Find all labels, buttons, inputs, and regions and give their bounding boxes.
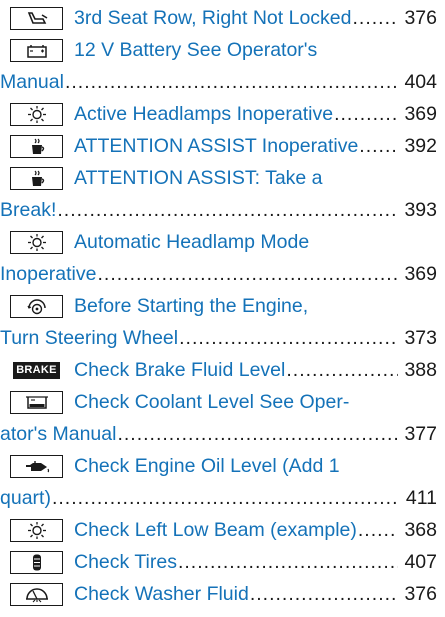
dot-leader (359, 130, 398, 162)
dot-leader (334, 98, 398, 130)
page-number[interactable]: 377 (399, 418, 437, 450)
entry-title[interactable]: Check Washer Fluid (74, 578, 249, 610)
entry-title[interactable]: Check Brake Fluid Level (74, 354, 285, 386)
index-entry[interactable]: Before Starting the Engine, Turn Steerin… (0, 290, 437, 354)
index-entry[interactable]: 3rd Seat Row, Right Not Locked 376 (10, 2, 437, 34)
entry-line: Check Coolant Level See Oper- (10, 386, 437, 418)
entry-title[interactable]: Check Left Low Beam (example) (74, 514, 357, 546)
page-number[interactable]: 369 (399, 258, 437, 290)
dot-leader (286, 354, 398, 386)
entry-line: Check Tires 407 (10, 546, 437, 578)
dot-leader (65, 66, 398, 98)
index-entry[interactable]: Check Washer Fluid 376 (10, 578, 437, 610)
entry-title[interactable]: ATTENTION ASSIST Inoperative (74, 130, 358, 162)
index-entry[interactable]: Automatic Headlamp Mode Inoperative 369 (0, 226, 437, 290)
dot-leader (358, 514, 398, 546)
entry-line: 12 V Battery See Operator's (10, 34, 437, 66)
dot-leader (179, 322, 398, 354)
entry-title-continued[interactable]: Manual (0, 66, 64, 98)
page-number[interactable]: 411 (399, 482, 437, 514)
brake-icon: BRAKE (10, 359, 63, 382)
index-entry[interactable]: Check Engine Oil Level (Add 1 quart) 411 (0, 450, 437, 514)
steering-wheel-icon (10, 294, 63, 318)
entry-line: Active Headlamps Inoperative 369 (10, 98, 437, 130)
page-number[interactable]: 393 (399, 194, 437, 226)
tire-icon (10, 550, 63, 574)
index-entry[interactable]: Check Left Low Beam (example) 368 (10, 514, 437, 546)
index-entry[interactable]: Active Headlamps Inoperative 369 (10, 98, 437, 130)
entry-line: Inoperative 369 (0, 258, 437, 290)
coffee-cup-icon (10, 166, 63, 190)
headlamp-icon (10, 518, 63, 542)
entry-title[interactable]: Automatic Headlamp Mode (74, 226, 309, 258)
entry-title[interactable]: ATTENTION ASSIST: Take a (74, 162, 323, 194)
entry-line: Check Left Low Beam (example) 368 (10, 514, 437, 546)
index-entry[interactable]: ATTENTION ASSIST: Take a Break! 393 (0, 162, 437, 226)
entry-line: ATTENTION ASSIST Inoperative 392 (10, 130, 437, 162)
entry-line: Turn Steering Wheel 373 (0, 322, 437, 354)
index-entry[interactable]: ATTENTION ASSIST Inoperative 392 (10, 130, 437, 162)
dot-leader (52, 482, 398, 514)
entry-line: ator's Manual 377 (0, 418, 437, 450)
entry-title[interactable]: 12 V Battery See Operator's (74, 34, 317, 66)
index-entry[interactable]: Check Tires 407 (10, 546, 437, 578)
entry-title-continued[interactable]: Turn Steering Wheel (0, 322, 178, 354)
page-number[interactable]: 369 (399, 98, 437, 130)
entry-line: 3rd Seat Row, Right Not Locked 376 (10, 2, 437, 34)
entry-title-continued[interactable]: ator's Manual (0, 418, 116, 450)
dot-leader (97, 258, 398, 290)
index-entry[interactable]: BRAKE Check Brake Fluid Level 388 (10, 354, 437, 386)
entry-line: Before Starting the Engine, (10, 290, 437, 322)
seat-icon (10, 6, 63, 30)
page-number[interactable]: 388 (399, 354, 437, 386)
battery-icon (10, 38, 63, 62)
entry-line: ATTENTION ASSIST: Take a (10, 162, 437, 194)
coffee-cup-icon (10, 134, 63, 158)
entry-title-continued[interactable]: Break! (0, 194, 56, 226)
entry-line: Check Engine Oil Level (Add 1 (10, 450, 437, 482)
oil-can-icon (10, 454, 63, 478)
entry-line: quart) 411 (0, 482, 437, 514)
dot-leader (117, 418, 398, 450)
page-number[interactable]: 392 (399, 130, 437, 162)
page-number[interactable]: 407 (399, 546, 437, 578)
dot-leader (250, 578, 398, 610)
index-entry[interactable]: 12 V Battery See Operator's Manual 404 (0, 34, 437, 98)
dot-leader (353, 2, 399, 34)
entry-line: Manual 404 (0, 66, 437, 98)
entry-line: Automatic Headlamp Mode (10, 226, 437, 258)
headlamp-icon (10, 102, 63, 126)
page-number[interactable]: 368 (399, 514, 437, 546)
entry-title-continued[interactable]: quart) (0, 482, 51, 514)
entry-title[interactable]: Check Coolant Level See Oper- (74, 386, 349, 418)
headlamp-icon (10, 230, 63, 254)
brake-icon-label: BRAKE (13, 361, 60, 379)
index-entry[interactable]: Check Coolant Level See Oper- ator's Man… (0, 386, 437, 450)
entry-line: BRAKE Check Brake Fluid Level 388 (10, 354, 437, 386)
coolant-icon (10, 390, 63, 414)
page-number[interactable]: 373 (399, 322, 437, 354)
page-number[interactable]: 404 (399, 66, 437, 98)
entry-line: Break! 393 (0, 194, 437, 226)
dot-leader (57, 194, 398, 226)
entry-title[interactable]: Active Headlamps Inoperative (74, 98, 333, 130)
page-number[interactable]: 376 (399, 578, 437, 610)
entry-line: Check Washer Fluid 376 (10, 578, 437, 610)
entry-title-continued[interactable]: Inoperative (0, 258, 96, 290)
entry-title[interactable]: Check Tires (74, 546, 177, 578)
dot-leader (178, 546, 398, 578)
entry-title[interactable]: Before Starting the Engine, (74, 290, 308, 322)
entry-title[interactable]: 3rd Seat Row, Right Not Locked (74, 2, 352, 34)
page-number[interactable]: 376 (399, 2, 437, 34)
entry-title[interactable]: Check Engine Oil Level (Add 1 (74, 450, 340, 482)
washer-fluid-icon (10, 582, 63, 606)
